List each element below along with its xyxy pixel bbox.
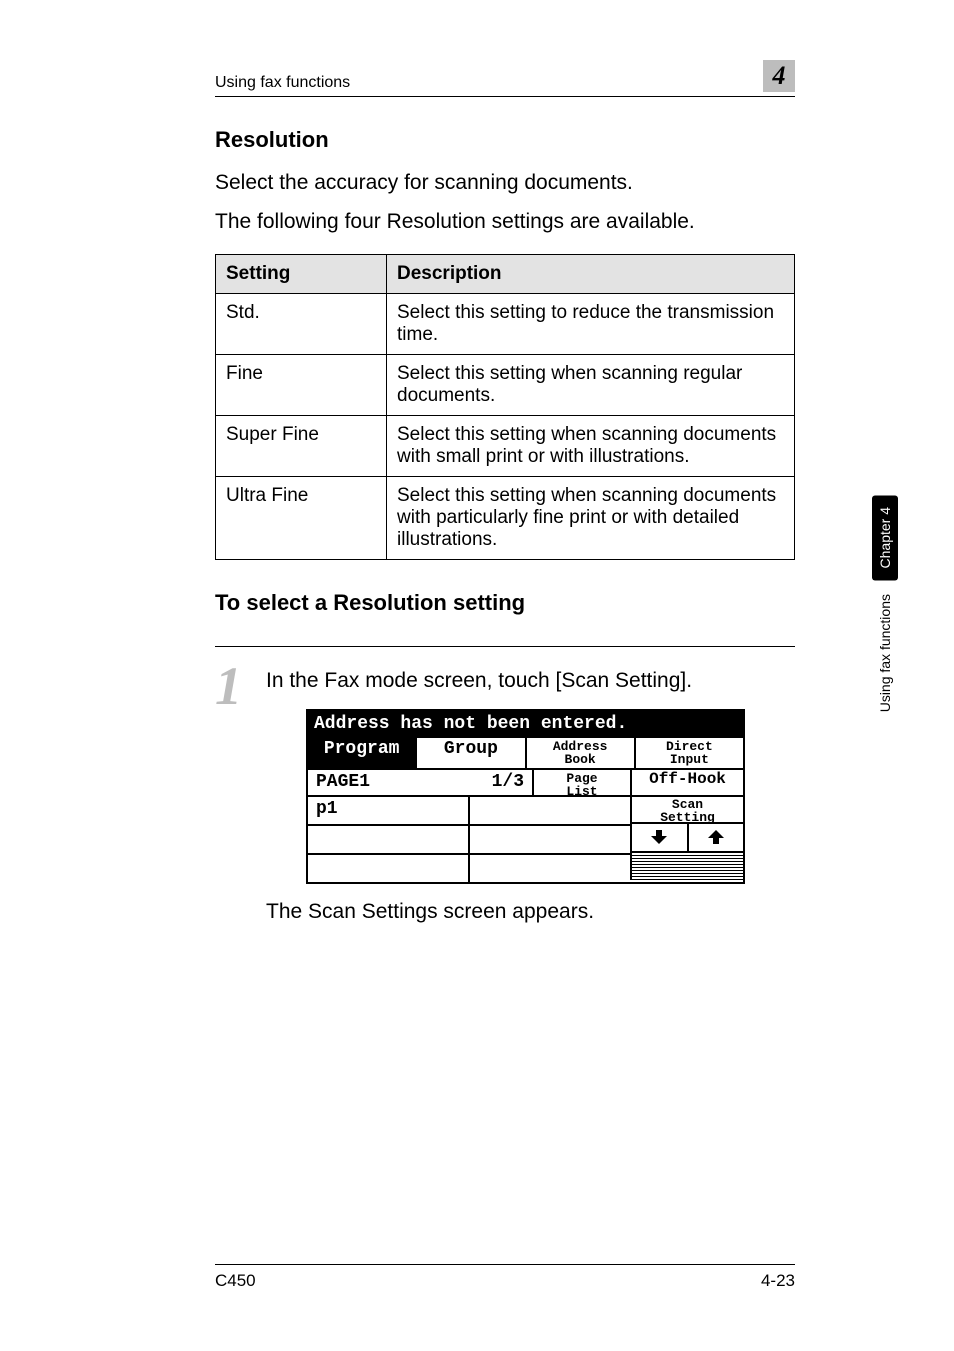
screen-status-bar: Address has not been entered. (308, 711, 743, 737)
list-row (308, 824, 630, 853)
footer-model: C450 (215, 1271, 256, 1291)
table-row: Super Fine Select this setting when scan… (216, 415, 795, 476)
page-list-button[interactable]: Page List (532, 768, 630, 795)
list-row (308, 853, 630, 882)
list-row: p1 (308, 795, 630, 824)
tab-address-book[interactable]: Address Book (527, 738, 636, 768)
tab-group[interactable]: Group (417, 738, 526, 768)
section-title: Resolution (215, 127, 795, 153)
footer-page: 4-23 (761, 1271, 795, 1291)
setting-name: Super Fine (216, 415, 387, 476)
intro-paragraph-1: Select the accuracy for scanning documen… (215, 169, 795, 196)
setting-name: Ultra Fine (216, 476, 387, 559)
step-text: In the Fax mode screen, touch [Scan Sett… (266, 669, 795, 693)
list-entry-empty[interactable] (468, 826, 630, 853)
table-row: Std. Select this setting to reduce the t… (216, 293, 795, 354)
intro-paragraph-2: The following four Resolution settings a… (215, 208, 795, 235)
page-count: 1/3 (492, 772, 524, 792)
scan-setting-button[interactable]: Scan Setting (630, 795, 743, 822)
setting-description: Select this setting when scanning docume… (387, 415, 795, 476)
tab-program[interactable]: Program (308, 738, 417, 768)
arrow-down-button[interactable] (632, 824, 687, 851)
screen-tab-bar: Program Group Address Book Direct Input (308, 737, 743, 768)
step: 1 In the Fax mode screen, touch [Scan Se… (215, 669, 795, 924)
list-entry-empty[interactable] (308, 826, 468, 853)
list-entry-empty[interactable] (308, 855, 468, 882)
arrow-up-button[interactable] (687, 824, 744, 851)
table-row: Ultra Fine Select this setting when scan… (216, 476, 795, 559)
table-header-description: Description (387, 254, 795, 293)
table-row: Fine Select this setting when scanning r… (216, 354, 795, 415)
list-entry-empty[interactable] (468, 797, 630, 824)
setting-name: Std. (216, 293, 387, 354)
side-label: Using fax functions (877, 594, 893, 712)
disabled-area (630, 851, 743, 880)
chapter-number-badge: 4 (763, 60, 795, 92)
setting-description: Select this setting to reduce the transm… (387, 293, 795, 354)
page-label: PAGE1 (316, 772, 492, 792)
off-hook-button[interactable]: Off-Hook (630, 768, 743, 795)
setting-description: Select this setting when scanning docume… (387, 476, 795, 559)
list-entry[interactable]: p1 (308, 797, 468, 824)
list-entry-empty[interactable] (468, 855, 630, 882)
resolution-settings-table: Setting Description Std. Select this set… (215, 254, 795, 560)
setting-name: Fine (216, 354, 387, 415)
setting-description: Select this setting when scanning regula… (387, 354, 795, 415)
tab-direct-input[interactable]: Direct Input (636, 738, 743, 768)
table-header-setting: Setting (216, 254, 387, 293)
step-number: 1 (215, 665, 242, 708)
side-tab: Chapter 4 Using fax functions (872, 495, 898, 713)
procedure-title: To select a Resolution setting (215, 590, 795, 616)
chapter-chip: Chapter 4 (872, 495, 898, 580)
running-header: Using fax functions 4 (215, 60, 795, 97)
arrow-down-icon (651, 830, 667, 844)
arrow-up-icon (708, 830, 724, 844)
fax-mode-screen: Address has not been entered. Program Gr… (306, 709, 745, 884)
page-footer: C450 4-23 (215, 1264, 795, 1291)
step-result-text: The Scan Settings screen appears. (266, 900, 795, 924)
running-title: Using fax functions (215, 74, 350, 92)
